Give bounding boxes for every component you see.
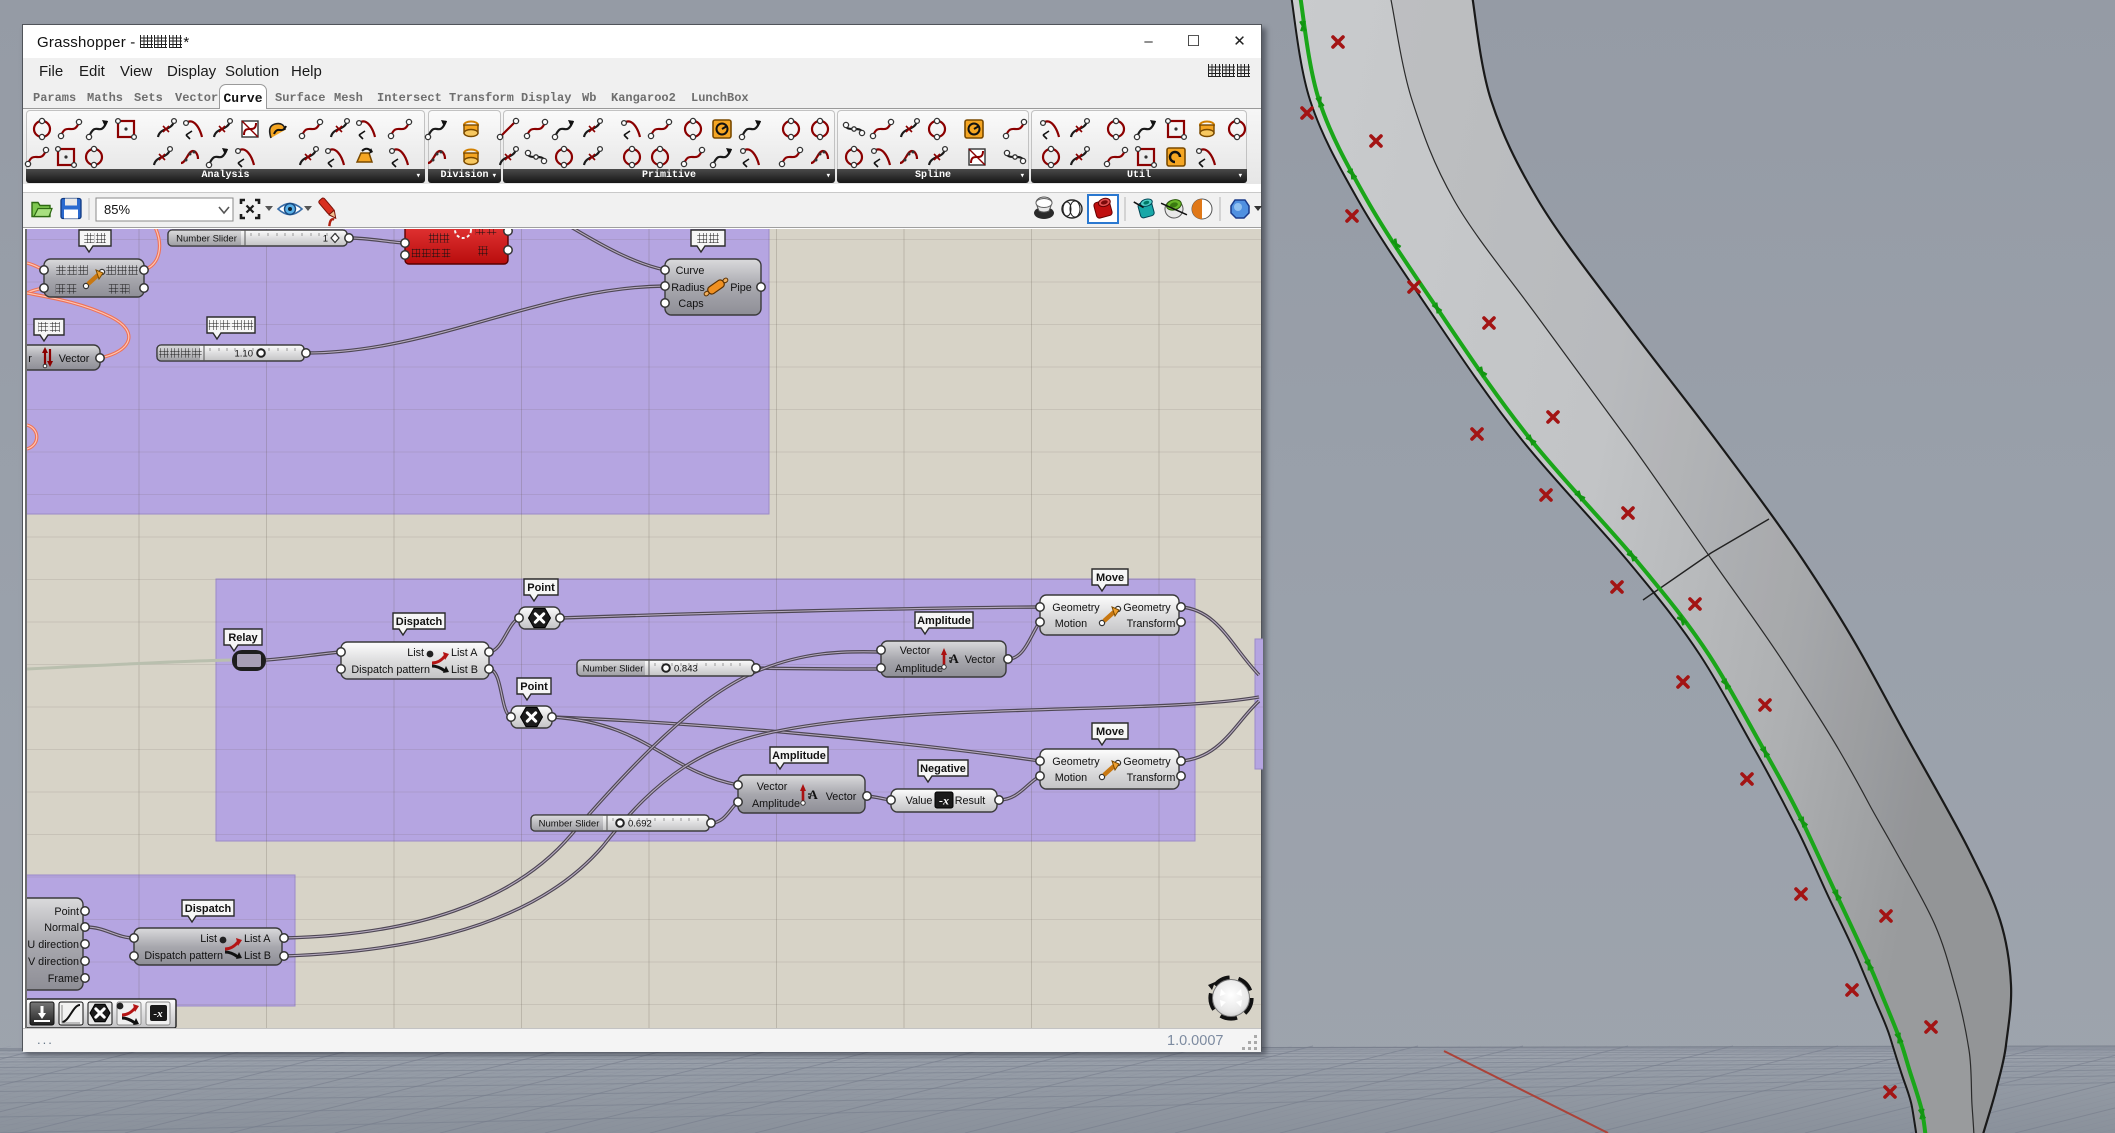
svg-text:Geometry: Geometry — [1123, 756, 1171, 768]
svg-text:1: 1 — [323, 234, 328, 245]
svg-text:Amplitude: Amplitude — [917, 615, 971, 627]
svg-text:List B: List B — [244, 950, 271, 962]
svg-text:Amplitude: Amplitude — [895, 663, 943, 675]
svg-text:Dispatch pattern: Dispatch pattern — [144, 950, 223, 962]
svg-text:Vector: Vector — [965, 654, 996, 666]
svg-text:Amplitude: Amplitude — [752, 798, 800, 810]
svg-text:Move: Move — [1096, 572, 1124, 584]
svg-text:Curve: Curve — [676, 265, 705, 277]
svg-text:Dispatch pattern: Dispatch pattern — [351, 664, 430, 676]
svg-text:Vector: Vector — [757, 781, 788, 793]
svg-text:Value: Value — [906, 795, 933, 807]
svg-text:Point: Point — [54, 906, 79, 918]
svg-text:Number Slider: Number Slider — [539, 819, 600, 830]
svg-text:1.10: 1.10 — [235, 349, 254, 360]
svg-text:Result: Result — [955, 795, 986, 807]
svg-text:-x: -x — [939, 794, 949, 808]
svg-text:Relay: Relay — [228, 632, 258, 644]
svg-text:Normal: Normal — [44, 922, 79, 934]
svg-text:Caps: Caps — [678, 298, 704, 310]
svg-text:Frame: Frame — [48, 973, 79, 985]
svg-text:List: List — [200, 933, 217, 945]
svg-text:Geometry: Geometry — [1052, 602, 1100, 614]
svg-text:Vector: Vector — [826, 791, 857, 803]
svg-text:Point: Point — [527, 582, 555, 594]
svg-text:Dispatch: Dispatch — [396, 616, 443, 628]
svg-text:Motion: Motion — [1055, 618, 1087, 630]
svg-text:Transform: Transform — [1127, 618, 1176, 630]
svg-text:Dispatch: Dispatch — [185, 903, 232, 915]
svg-text:r: r — [28, 353, 32, 365]
svg-text:List: List — [407, 647, 424, 659]
svg-text:0.692: 0.692 — [628, 819, 652, 830]
svg-text:0.843: 0.843 — [674, 664, 698, 675]
svg-text:85%: 85% — [104, 202, 130, 217]
svg-text:U direction: U direction — [27, 939, 79, 951]
svg-text:List A: List A — [244, 933, 271, 945]
svg-text:Point: Point — [520, 681, 548, 693]
svg-text:Number Slider: Number Slider — [176, 234, 237, 245]
svg-text:Vector: Vector — [59, 353, 90, 365]
svg-text:List A: List A — [451, 647, 478, 659]
svg-text:Move: Move — [1096, 726, 1124, 738]
svg-text:Negative: Negative — [920, 763, 966, 775]
svg-text:Geometry: Geometry — [1052, 756, 1100, 768]
svg-text:Pipe: Pipe — [730, 282, 752, 294]
svg-text:Vector: Vector — [900, 645, 931, 657]
svg-text:-x: -x — [153, 1008, 163, 1020]
svg-text:V direction: V direction — [28, 956, 79, 968]
svg-text:Transform: Transform — [1127, 772, 1176, 784]
svg-text:Motion: Motion — [1055, 772, 1087, 784]
svg-text:List B: List B — [451, 664, 478, 676]
svg-text:Radius: Radius — [671, 282, 705, 294]
svg-text:Number Slider: Number Slider — [583, 664, 644, 675]
svg-text:Amplitude: Amplitude — [772, 750, 826, 762]
svg-text:Geometry: Geometry — [1123, 602, 1171, 614]
